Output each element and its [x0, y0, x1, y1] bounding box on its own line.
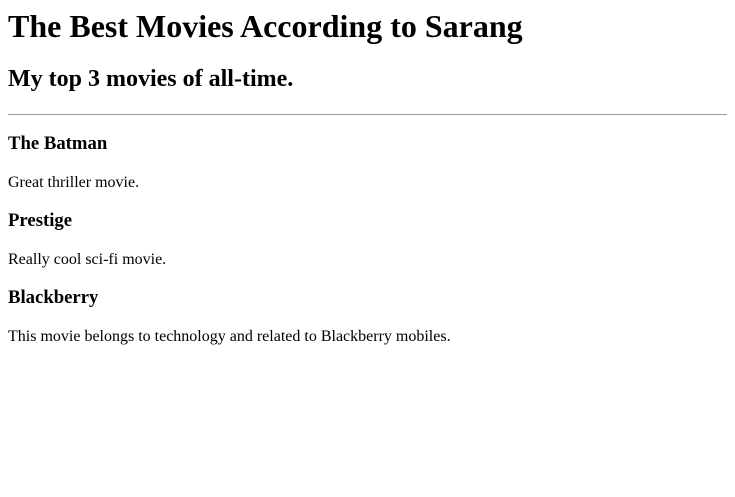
divider — [8, 113, 727, 115]
movie-description: This movie belongs to technology and rel… — [8, 327, 451, 345]
movie-title: The Batman — [8, 133, 108, 155]
movie-title: Blackberry — [8, 287, 99, 309]
page-title: The Best Movies According to Sarang — [8, 8, 523, 44]
page-subtitle: My top 3 movies of all-time. — [8, 66, 294, 93]
movie-description: Great thriller movie. — [8, 173, 140, 191]
movie-description: Really cool sci-fi movie. — [8, 250, 167, 268]
movie-title: Prestige — [8, 210, 73, 232]
